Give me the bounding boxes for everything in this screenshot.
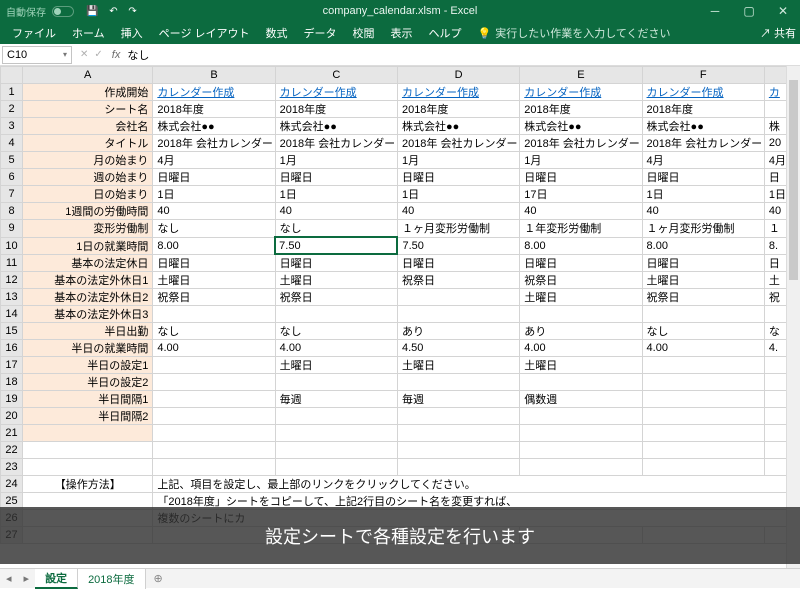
tab-file[interactable]: ファイル <box>4 22 64 44</box>
tab-nav-prev[interactable]: ◂ <box>0 572 18 585</box>
add-sheet-icon[interactable]: ⊕ <box>146 572 171 585</box>
share-button[interactable]: ↗ 共有 <box>760 25 796 41</box>
quick-access-toolbar: 💾 ↶ ↷ <box>82 6 141 17</box>
tab-pagelayout[interactable]: ページ レイアウト <box>151 22 258 44</box>
tab-review[interactable]: 校閲 <box>345 22 383 44</box>
search-icon: 💡 <box>478 27 492 40</box>
col-D[interactable]: D <box>397 67 519 84</box>
formula-bar: C10▾ ✕ ✓ fx なし <box>0 44 800 66</box>
titlebar: 自動保存 💾 ↶ ↷ company_calendar.xlsm - Excel… <box>0 0 800 22</box>
window-title: company_calendar.xlsm - Excel <box>323 5 478 17</box>
col-C[interactable]: C <box>275 67 397 84</box>
formula-value[interactable]: なし <box>123 47 153 63</box>
tab-home[interactable]: ホーム <box>64 22 113 44</box>
vertical-scrollbar[interactable] <box>786 66 800 568</box>
worksheet-area[interactable]: A B C D E F 1作成開始カレンダー作成カレンダー作成カレンダー作成カレ… <box>0 66 786 568</box>
sheet-tab-2018[interactable]: 2018年度 <box>78 569 145 589</box>
cancel-icon[interactable]: ✕ <box>80 49 88 60</box>
col-B[interactable]: B <box>153 67 275 84</box>
autosave-toggle[interactable] <box>52 6 74 17</box>
name-box[interactable]: C10▾ <box>2 46 72 64</box>
grid: A B C D E F 1作成開始カレンダー作成カレンダー作成カレンダー作成カレ… <box>0 66 786 544</box>
col-A[interactable]: A <box>23 67 153 84</box>
enter-icon[interactable]: ✓ <box>94 49 102 60</box>
col-E[interactable]: E <box>520 67 642 84</box>
close-icon[interactable]: ✕ <box>766 0 800 22</box>
scrollbar-thumb[interactable] <box>789 80 798 280</box>
col-F[interactable]: F <box>642 67 764 84</box>
ribbon-tabs: ファイル ホーム 挿入 ページ レイアウト 数式 データ 校閲 表示 ヘルプ 💡… <box>0 22 800 44</box>
save-icon[interactable]: 💾 <box>86 6 98 17</box>
tab-help[interactable]: ヘルプ <box>421 22 470 44</box>
sheet-tabs: ◂ ▸ 設定 2018年度 ⊕ <box>0 568 800 588</box>
autosave-label: 自動保存 <box>6 4 46 19</box>
select-all[interactable] <box>1 67 23 84</box>
fx-label: fx <box>112 49 121 61</box>
chevron-down-icon[interactable]: ▾ <box>63 50 67 59</box>
caption-overlay: 設定シートで各種設定を行います <box>0 507 800 564</box>
tab-formulas[interactable]: 数式 <box>258 22 296 44</box>
minimize-icon[interactable]: ─ <box>698 0 732 22</box>
sheet-tab-settings[interactable]: 設定 <box>35 569 78 589</box>
row-1[interactable]: 1 <box>1 84 23 101</box>
redo-icon[interactable]: ↷ <box>128 6 136 17</box>
maximize-icon[interactable]: ▢ <box>732 0 766 22</box>
tell-me-search[interactable]: 💡実行したい作業を入力してください <box>478 25 671 41</box>
tab-view[interactable]: 表示 <box>383 22 421 44</box>
tab-data[interactable]: データ <box>296 22 345 44</box>
active-cell[interactable]: 7.50▾ <box>275 237 397 254</box>
undo-icon[interactable]: ↶ <box>109 6 117 17</box>
tab-insert[interactable]: 挿入 <box>113 22 151 44</box>
tab-nav-next[interactable]: ▸ <box>18 572 36 585</box>
col-G[interactable] <box>764 67 786 84</box>
